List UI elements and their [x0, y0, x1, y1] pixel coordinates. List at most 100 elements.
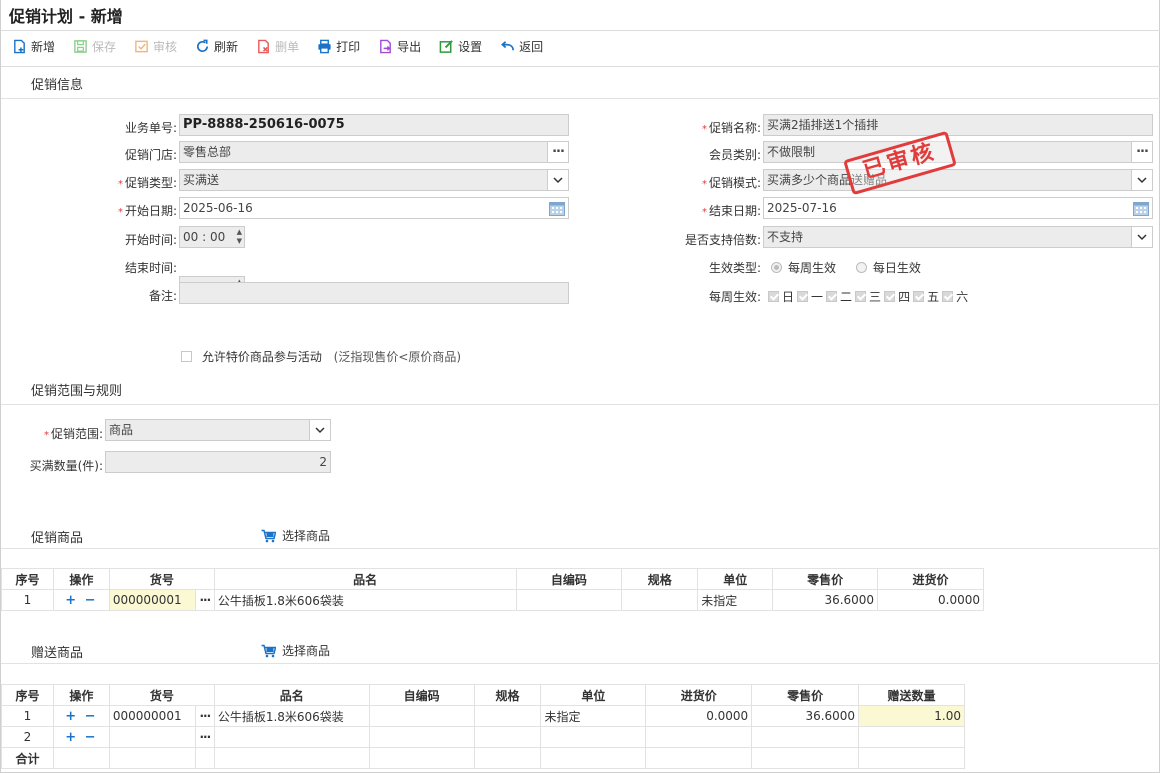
special-price-option[interactable]: 允许特价商品参与活动 (泛指现售价<原价商品)	[181, 348, 461, 365]
weekday-option[interactable]: 一	[797, 290, 823, 304]
calendar-icon[interactable]	[549, 201, 565, 216]
radio-empty-icon	[855, 262, 867, 273]
row-cost-cell: 0.0000	[877, 589, 984, 611]
save-icon	[74, 39, 87, 53]
column-header: 操作	[52, 684, 110, 706]
row-name-cell	[213, 726, 370, 748]
start-date-field[interactable]: 2025-06-16	[179, 197, 569, 219]
column-header: 单位	[540, 684, 647, 706]
row-code-cell[interactable]	[108, 726, 196, 748]
row-code-cell[interactable]: 000000001	[108, 589, 196, 611]
back-label: 返回	[519, 39, 544, 54]
multiple-select[interactable]: 不支持	[763, 226, 1153, 248]
promo-goods-table: 序号 操作 货号 品名 自编码 规格 单位 零售价 进货价 1 + − 0000…	[1, 568, 984, 611]
range-label: * 促销范围:	[43, 427, 103, 441]
row-unit-cell	[540, 726, 647, 748]
print-button[interactable]: 打印	[317, 38, 360, 55]
row-add-remove-buttons[interactable]: + −	[52, 726, 110, 748]
mode-dropdown-button[interactable]	[1131, 170, 1152, 190]
chevron-down-icon	[553, 177, 563, 184]
effect-daily-radio[interactable]: 每日生效	[855, 261, 921, 275]
row-add-remove-buttons[interactable]: + −	[52, 705, 110, 727]
start-date-label: * 开始日期:	[117, 204, 177, 218]
column-header: 自编码	[368, 684, 475, 706]
checkbox-checked-icon[interactable]	[768, 291, 779, 302]
store-field[interactable]: 零售总部 ...	[179, 141, 569, 163]
multiple-value: 不支持	[767, 230, 804, 244]
refresh-button[interactable]: 刷新	[195, 38, 238, 55]
store-value: 零售总部	[183, 145, 232, 159]
export-icon	[380, 39, 391, 53]
name-field[interactable]: 买满2插排送1个插排	[763, 114, 1153, 136]
column-header: 进货价	[645, 684, 753, 706]
checkbox-checked-icon[interactable]	[942, 291, 954, 302]
effect-weekly-text: 每周生效	[788, 261, 837, 275]
section-title-info: 促销信息	[31, 78, 84, 93]
new-button[interactable]: 新增	[12, 38, 55, 55]
start-time-stepper[interactable]: 00 : 00 ▲ ▼	[179, 226, 245, 248]
weekday-label: 二	[840, 290, 853, 304]
multiple-dropdown-button[interactable]	[1131, 227, 1152, 247]
row-code-picker-button[interactable]: ···	[194, 705, 215, 727]
effect-weekly-radio[interactable]: 每周生效	[771, 261, 836, 275]
row-gift-qty-cell[interactable]	[858, 726, 965, 748]
weekday-option[interactable]: 四	[884, 290, 910, 304]
type-dropdown-button[interactable]	[547, 170, 568, 190]
store-picker-button[interactable]: ...	[547, 142, 568, 162]
settings-button[interactable]: 设置	[439, 38, 482, 55]
end-date-field[interactable]: 2025-07-16	[763, 197, 1153, 219]
member-field[interactable]: 不做限制 ...	[763, 141, 1153, 163]
mode-label-text: 促销模式:	[708, 176, 761, 190]
range-dropdown-button[interactable]	[309, 420, 330, 440]
checkbox-checked-icon[interactable]	[884, 291, 896, 302]
weekday-option[interactable]: 日	[768, 290, 794, 304]
column-header: 零售价	[772, 568, 879, 590]
weekday-label: 六	[956, 290, 969, 304]
weekday-option[interactable]: 五	[913, 290, 939, 304]
weekday-option[interactable]: 二	[826, 290, 852, 304]
spinner-arrows-icon[interactable]: ▲▼	[237, 228, 242, 246]
radio-selected-icon	[771, 262, 782, 273]
save-button[interactable]: 保存	[73, 38, 116, 55]
end-date-label: * 结束日期:	[701, 204, 761, 218]
row-add-remove-buttons[interactable]: + −	[52, 589, 110, 611]
export-button[interactable]: 导出	[378, 38, 421, 55]
range-select[interactable]: 商品	[105, 419, 331, 441]
checkbox-checked-icon[interactable]	[913, 291, 925, 302]
weekday-option[interactable]: 三	[855, 290, 881, 304]
approve-button[interactable]: 审核	[134, 38, 177, 55]
delete-doc-button[interactable]: 删单	[256, 38, 299, 55]
weekday-label: 五	[927, 290, 940, 304]
gift-select-goods-button[interactable]: 选择商品	[261, 642, 330, 659]
toolbar-divider	[1, 66, 1160, 67]
row-code-picker-button[interactable]: ···	[194, 726, 215, 748]
weekday-label: 一	[811, 290, 824, 304]
chevron-down-icon	[1137, 234, 1147, 241]
member-picker-button[interactable]: ...	[1131, 142, 1152, 162]
back-arrow-icon	[501, 40, 515, 50]
start-minute: 00	[209, 230, 226, 244]
row-code-picker-button[interactable]: ···	[194, 589, 215, 611]
weekday-label: 四	[898, 290, 911, 304]
calendar-icon[interactable]	[1133, 201, 1149, 216]
remark-field[interactable]	[179, 282, 569, 304]
type-select[interactable]: 买满送	[179, 169, 569, 191]
special-price-checkbox[interactable]	[181, 351, 192, 362]
promo-select-goods-button[interactable]: 选择商品	[261, 527, 330, 544]
checkbox-checked-icon[interactable]	[797, 291, 809, 302]
weekday-label: 日	[782, 290, 795, 304]
weekday-option[interactable]: 六	[942, 290, 968, 304]
row-seq: 2	[1, 726, 54, 748]
row-code-cell[interactable]: 000000001	[108, 705, 196, 727]
start-date-value: 2025-06-16	[183, 201, 253, 215]
checkbox-checked-icon[interactable]	[855, 291, 867, 302]
row-gift-qty-cell[interactable]: 1.00	[858, 705, 965, 727]
member-label: 会员类别:	[708, 148, 761, 162]
checkbox-checked-icon[interactable]	[826, 291, 838, 302]
section-divider	[1, 663, 1160, 664]
row-seq: 1	[1, 589, 54, 611]
qty-field[interactable]: 2	[105, 451, 331, 473]
mode-select[interactable]: 买满多少个商品送赠品	[763, 169, 1153, 191]
back-button[interactable]: 返回	[500, 38, 543, 55]
row-retail-cell: 36.6000	[772, 589, 879, 611]
